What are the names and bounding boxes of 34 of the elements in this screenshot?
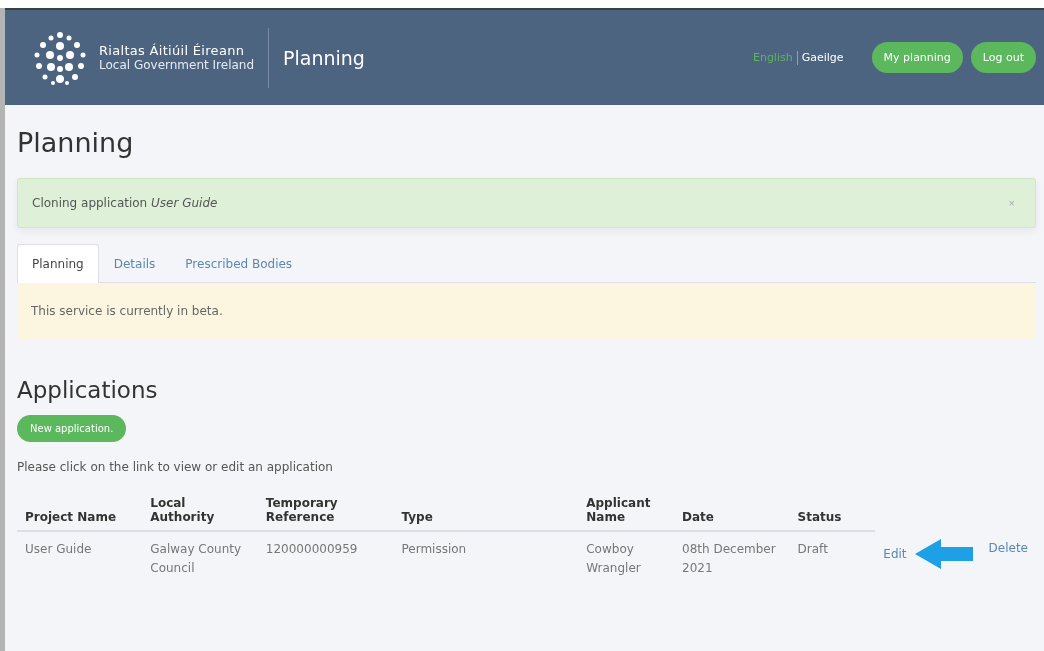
page-title: Planning: [17, 127, 135, 158]
org-name: Rialtas Áitiúil Éireann: [99, 43, 246, 58]
section-title: Applications: [17, 377, 159, 403]
table-cell: Draft: [789, 531, 876, 586]
arrow-icon: [914, 539, 973, 569]
new-application-button[interactable]: New application.: [17, 415, 127, 442]
close-button[interactable]: ×: [1002, 196, 1021, 210]
app-title: Planning: [283, 46, 366, 69]
column-header: Local Authority: [142, 490, 258, 531]
table-cell: Permission: [393, 531, 579, 586]
beta-notice: This service is currently in beta.: [17, 283, 1036, 339]
tab[interactable]: Details: [98, 244, 171, 283]
hint-text: Please click on the link to view or edit an application: [17, 460, 334, 474]
column-header: Project Name: [17, 490, 143, 531]
edit-link[interactable]: Edit: [883, 544, 907, 564]
table-cell: User Guide: [17, 531, 143, 586]
org-subtitle: Local Government Ireland: [99, 58, 255, 72]
column-header: Status: [789, 490, 876, 531]
header-button[interactable]: My planning: [871, 42, 963, 73]
language-link[interactable]: Gaeilge: [797, 51, 848, 64]
column-header: Type: [393, 490, 579, 531]
delete-link[interactable]: Delete: [988, 541, 1028, 555]
alert-text: Cloning application User Guide: [32, 196, 219, 210]
column-header: Applicant Name: [578, 490, 675, 531]
table-cell: 120000000959: [257, 531, 394, 586]
table-cell: Galway County Council: [142, 531, 258, 586]
table-cell: Cowboy Wrangler: [578, 531, 675, 586]
column-header: Date: [674, 490, 790, 531]
tab[interactable]: Prescribed Bodies: [170, 244, 308, 283]
language-link[interactable]: English: [748, 51, 797, 64]
column-header: Temporary Reference: [257, 490, 394, 531]
header-button[interactable]: Log out: [970, 42, 1036, 73]
table-cell: 08th December 2021: [674, 531, 790, 586]
tab[interactable]: Planning: [17, 244, 99, 283]
